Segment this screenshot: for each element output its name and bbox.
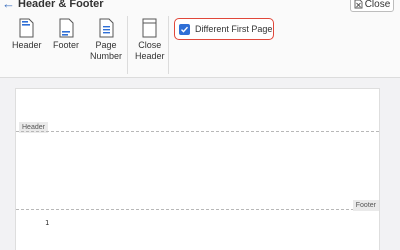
header-boundary-line [16,131,379,132]
close-header-label-line2: Header [135,51,165,61]
footer-icon [59,18,73,38]
different-first-page-label: Different First Page [195,24,273,34]
close-header-icon [142,18,157,38]
page-number-button-label: Page Number [90,40,122,62]
document-page[interactable]: Header Footer 1 [15,88,380,250]
footer-button-label: Footer [53,40,80,50]
title-bar: ← Header & Footer [0,0,400,14]
close-header-button-label: Close Header [135,40,165,62]
toolbar-divider [127,16,128,74]
different-first-page-option[interactable]: Different First Page [174,18,274,40]
page-title: Header & Footer [18,0,104,10]
close-button-label: Close [364,0,391,10]
page-number-label-line2: Number [90,51,123,61]
checkmark-icon [181,26,189,33]
footer-tag: Footer [352,200,379,211]
close-header-button[interactable]: Close Header [135,18,165,62]
page-number-button[interactable]: Page Number [90,18,122,62]
close-button[interactable]: Close [350,0,394,12]
different-first-page-checkbox[interactable] [179,23,190,35]
toolbar-divider [168,16,169,74]
footer-boundary-line [16,209,379,210]
footer-button[interactable]: Footer [53,18,79,51]
page-number-icon [99,18,113,38]
header-icon [19,18,34,38]
back-arrow-icon[interactable]: ← [2,0,15,11]
close-document-icon [354,0,363,9]
page-number-label-line1: Page [95,40,117,50]
page-number-text: 1 [45,219,50,227]
close-header-label-line1: Close [138,40,162,50]
header-button-label: Header [12,40,42,50]
header-button[interactable]: Header [12,18,42,51]
